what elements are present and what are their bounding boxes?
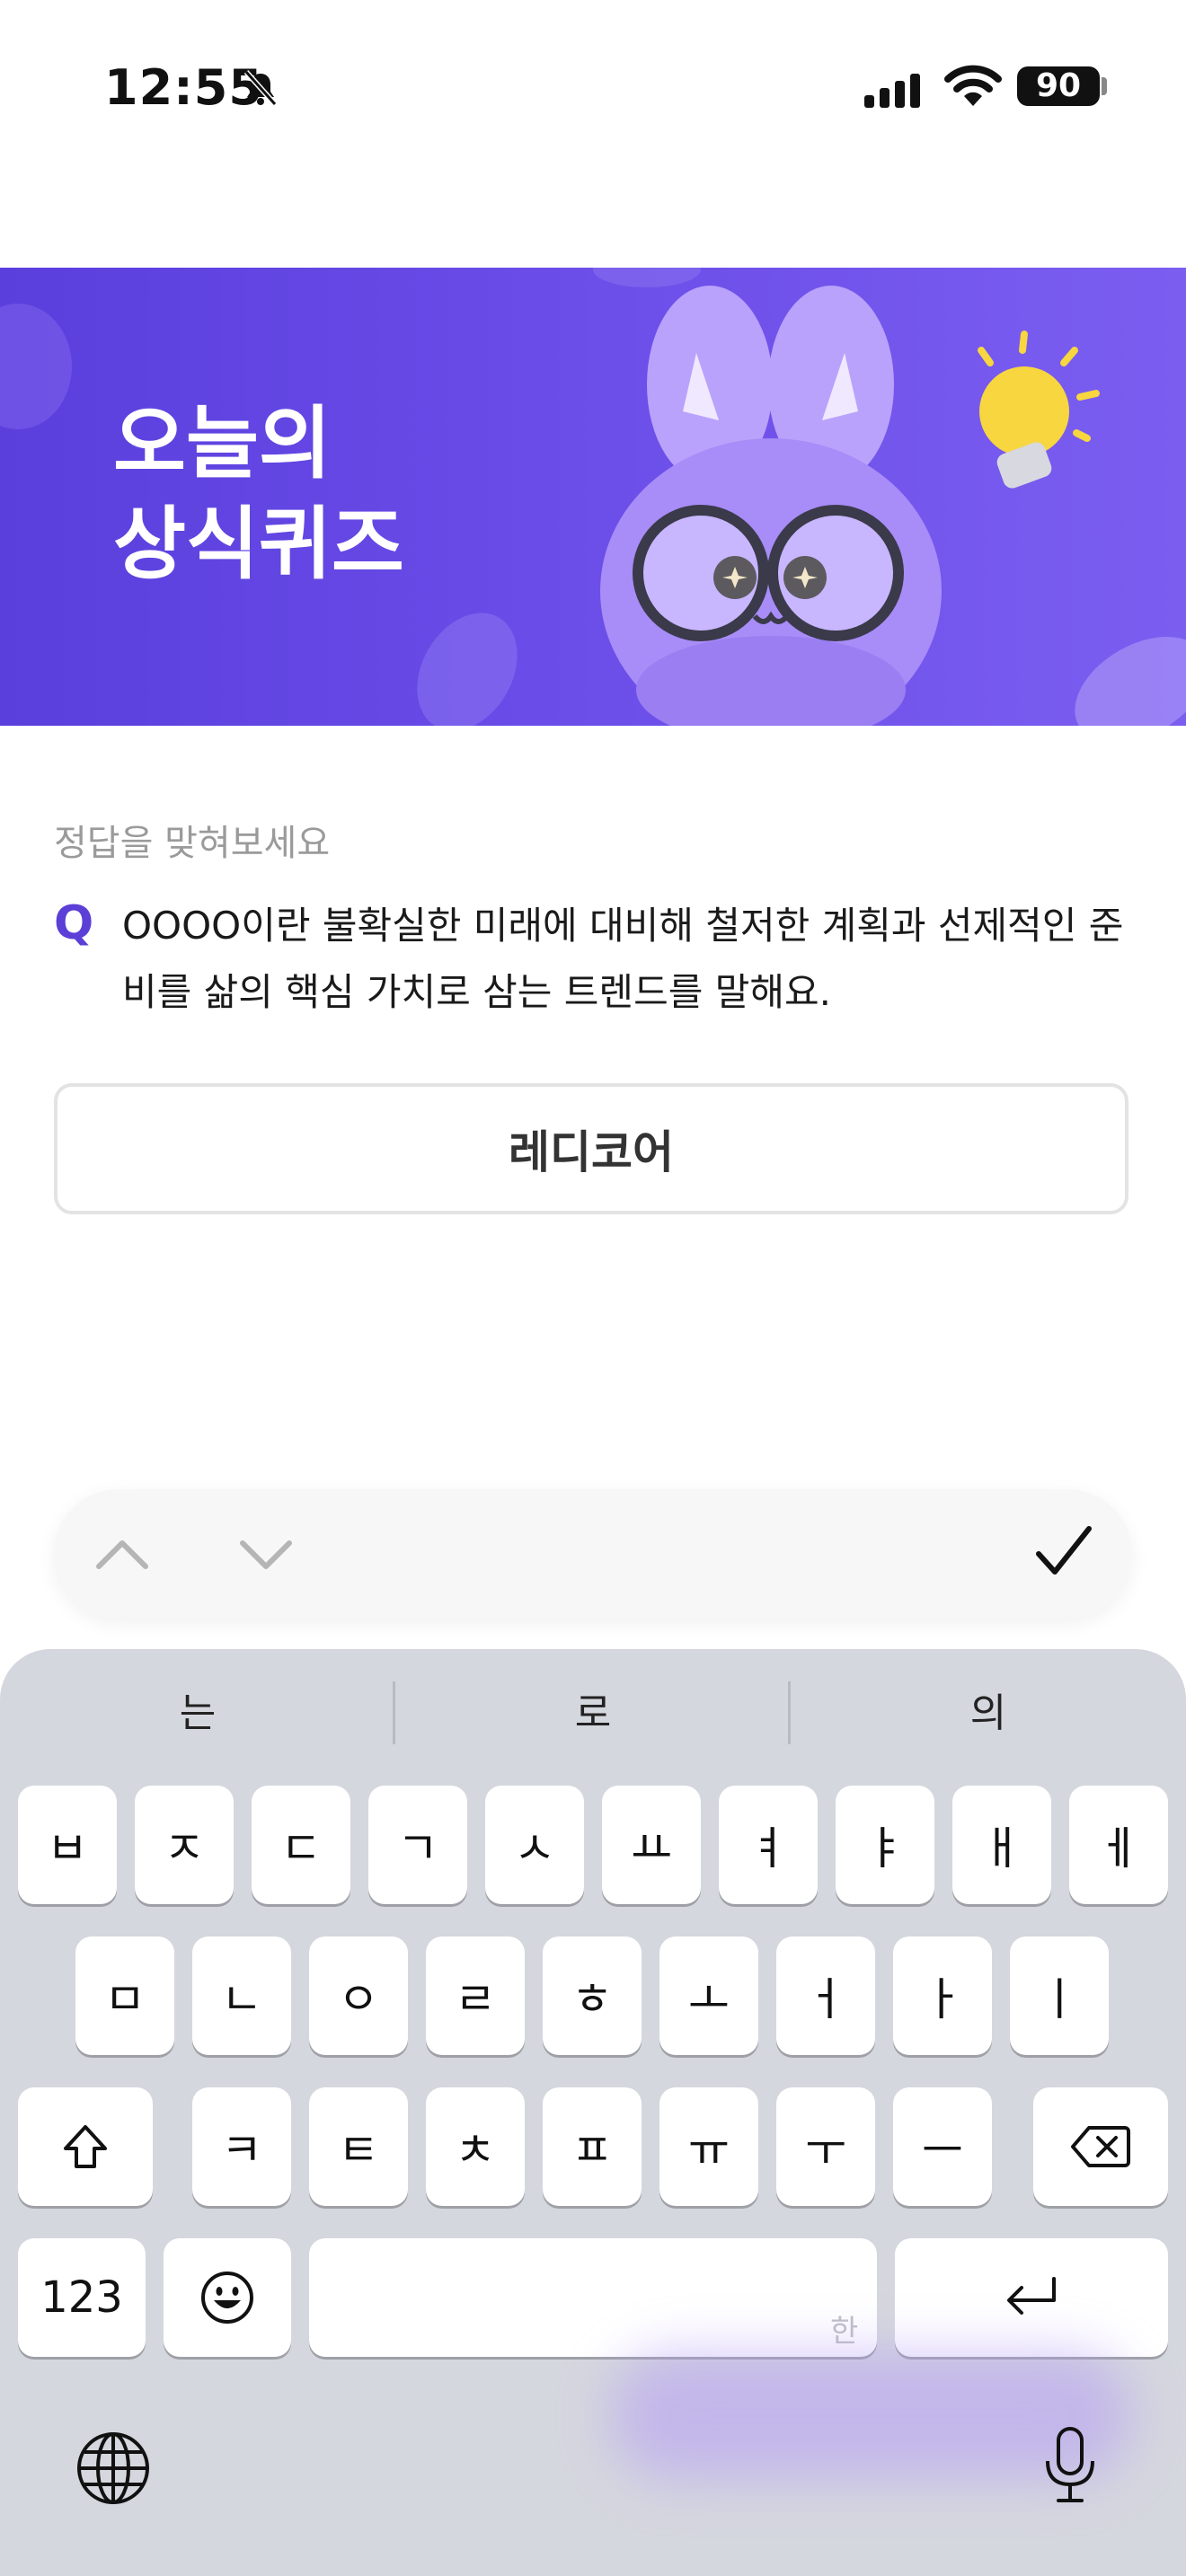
return-arrow-icon [1007,2277,1056,2315]
answer-input[interactable]: 레디코어 [54,1083,1128,1214]
key-row2[interactable]: ㅏ [893,1936,992,2055]
key-row1[interactable]: ㅛ [602,1786,701,1904]
status-time: 12:55 [104,59,263,116]
wifi-icon [944,65,1002,106]
quiz-question: OOOO이란 불확실한 미래에 대비해 철저한 계획과 선제적인 준비를 삶의 … [122,904,1124,1014]
shift-arrow-icon [64,2125,107,2168]
key-row2[interactable]: ㅁ [75,1936,174,2055]
banner-title: 오늘의 상식퀴즈 [113,393,404,595]
previous-field-chevron-up-icon[interactable] [93,1527,151,1581]
microphone-icon[interactable] [1042,2425,1098,2506]
shift-key[interactable] [18,2087,153,2206]
key-row1[interactable]: ㅔ [1069,1786,1168,1904]
key-row2[interactable]: ㅗ [659,1936,758,2055]
key-row2[interactable]: ㄹ [426,1936,525,2055]
return-key[interactable] [895,2238,1168,2357]
keyboard-accessory-bar [54,1489,1132,1619]
question-marker: Q [54,896,94,950]
suggestion-1[interactable]: 는 [0,1676,395,1751]
quiz-banner: 오늘의 상식퀴즈 [0,268,1186,726]
emoji-key[interactable] [164,2238,291,2357]
emoji-smiley-icon [201,2272,253,2324]
suggestion-3[interactable]: 의 [791,1676,1186,1751]
key-row3[interactable]: ㅌ [309,2087,408,2206]
backspace-key[interactable] [1033,2087,1168,2206]
key-row1[interactable]: ㄷ [252,1786,350,1904]
key-row1[interactable]: ㅅ [485,1786,584,1904]
quiz-prompt: 정답을 맞혀보세요 [54,823,331,864]
numbers-key[interactable]: 123 [18,2238,146,2357]
next-field-chevron-down-icon[interactable] [237,1527,295,1581]
status-bar: 12:55 90 [0,0,1186,171]
bell-muted-icon [243,70,278,106]
key-row1[interactable]: ㄱ [368,1786,467,1904]
top-nav: 혜택 [0,171,1186,403]
key-row3[interactable]: ㅡ [893,2087,992,2206]
suggestion-2[interactable]: 로 [395,1676,791,1751]
key-row1[interactable]: ㅈ [135,1786,234,1904]
key-row1[interactable]: ㅂ [18,1786,117,1904]
done-checkmark-icon[interactable] [1031,1520,1096,1584]
key-row2[interactable]: ㅇ [309,1936,408,2055]
key-row2[interactable]: ㄴ [192,1936,291,2055]
battery-tip [1102,77,1107,95]
key-row2[interactable]: ㅎ [543,1936,642,2055]
input-language-hint: 한 [830,2314,859,2350]
key-row1[interactable]: ㅕ [719,1786,818,1904]
key-row1[interactable]: ㅑ [836,1786,934,1904]
key-row3[interactable]: ㅍ [543,2087,642,2206]
rabbit-mascot-illustration [600,286,1100,726]
key-row3[interactable]: ㅠ [659,2087,758,2206]
banner-title-line1: 오늘의 [113,397,332,490]
key-row2[interactable]: ㅓ [776,1936,875,2055]
battery-indicator: 90 [1017,66,1100,106]
key-row3[interactable]: ㅋ [192,2087,291,2206]
key-row3[interactable]: ㅊ [426,2087,525,2206]
space-key[interactable] [309,2238,877,2357]
key-row1[interactable]: ㅐ [952,1786,1051,1904]
key-row3[interactable]: ㅜ [776,2087,875,2206]
backspace-icon [1071,2126,1130,2167]
cellular-signal-icon [864,74,920,108]
key-row2[interactable]: ㅣ [1010,1936,1109,2055]
globe-icon[interactable] [75,2430,151,2506]
banner-title-line2: 상식퀴즈 [113,498,404,590]
